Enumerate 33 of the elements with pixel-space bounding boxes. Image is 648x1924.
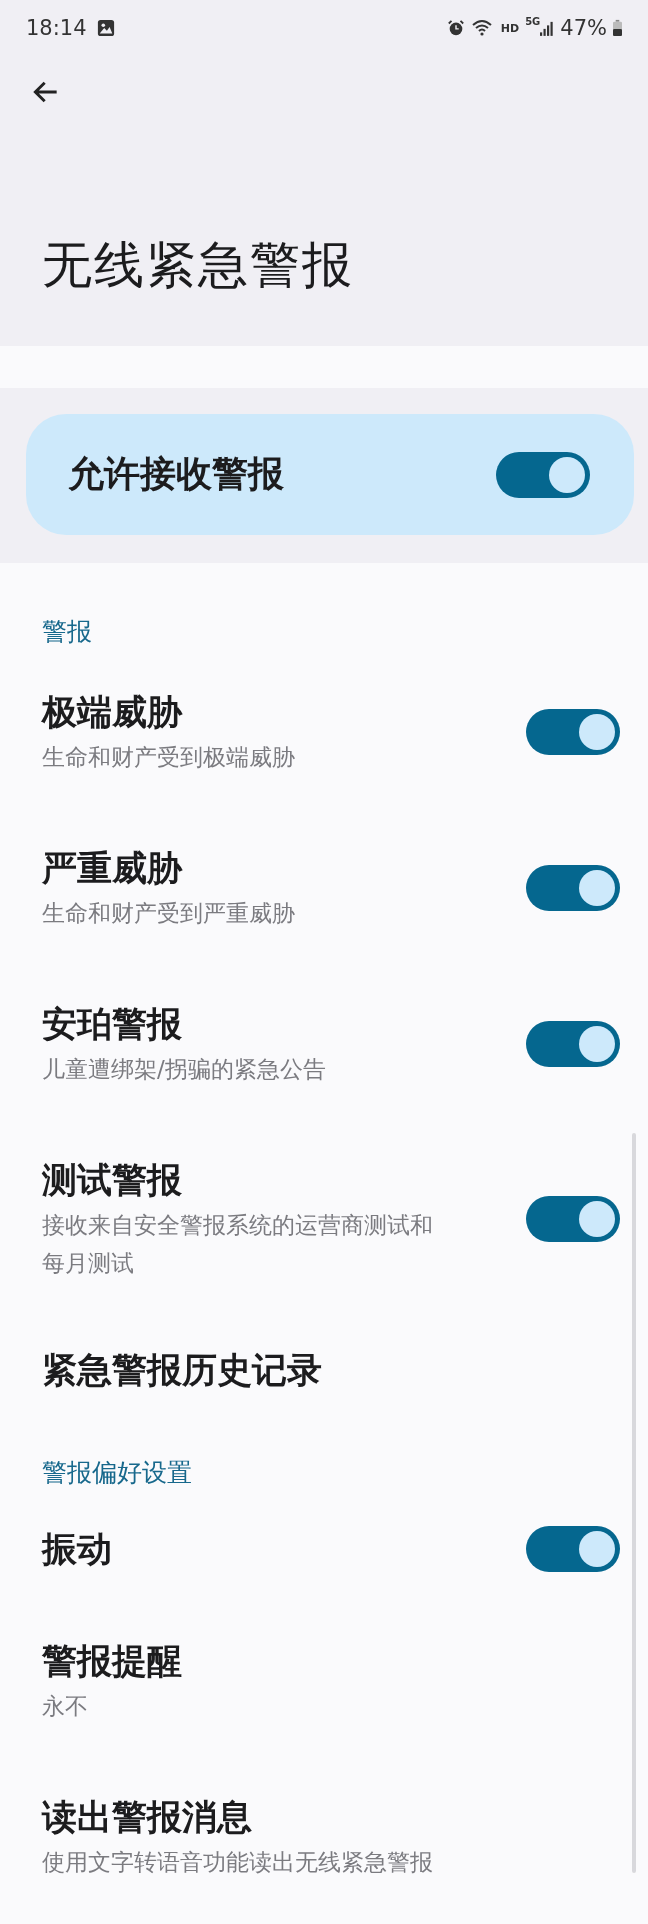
toggle-switch[interactable] [526,1196,620,1242]
setting-description: 生命和财产受到极端威胁 [42,743,296,772]
setting-description: 生命和财产受到严重威胁 [42,899,296,928]
status-time: 18:14 [26,16,87,40]
section-header: 警报偏好设置 [41,1457,193,1489]
setting-title[interactable]: 振动 [42,1525,502,1573]
master-switch-card[interactable]: 允许接收警报 [26,414,634,535]
toggle-switch[interactable] [496,451,590,498]
setting-description: 使用文字转语音功能读出无线紧急警报 [42,1848,434,1877]
setting-title[interactable]: 紧急警报历史记录 [42,1346,502,1394]
setting-description: 永不 [42,1692,89,1721]
setting-description: 儿童遭绑架/拐骗的紧急公告 [42,1055,327,1084]
setting-title[interactable]: 严重威胁 [42,844,502,892]
signal-icon [540,19,555,37]
toggle-switch[interactable] [526,1021,620,1067]
toggle-switch[interactable] [526,865,620,911]
setting-title[interactable]: 测试警报 [42,1156,502,1204]
battery-icon [613,19,622,37]
cell-label: 5G [525,16,541,27]
alarm-icon [446,19,465,37]
master-switch-label: 允许接收警报 [68,452,284,496]
toggle-switch[interactable] [526,1526,620,1572]
setting-title[interactable]: 极端威胁 [42,688,502,736]
gallery-icon [96,19,115,37]
section-header: 警报 [41,616,93,648]
setting-title[interactable]: 安珀警报 [42,1000,502,1048]
page-title: 无线紧急警报 [42,235,355,296]
setting-description: 接收来自安全警报系统的运营商测试和每月测试 [42,1211,434,1278]
setting-title[interactable]: 读出警报消息 [42,1793,502,1841]
network-label: HD [500,21,520,35]
setting-title[interactable]: 警报提醒 [42,1637,502,1685]
battery-percent: 47% [560,16,607,40]
toggle-switch[interactable] [526,709,620,755]
